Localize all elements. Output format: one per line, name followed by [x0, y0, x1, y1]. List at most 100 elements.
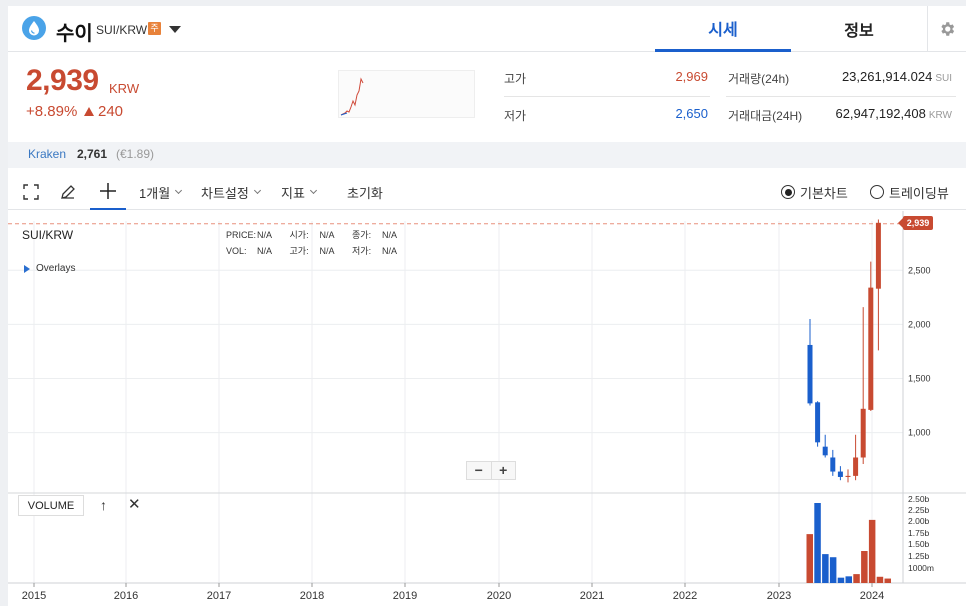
high-value: 2,969 — [675, 69, 708, 84]
change-abs: 240 — [84, 103, 123, 120]
volume-bar — [884, 578, 891, 583]
y-tick-label: 1,500 — [908, 374, 931, 384]
y-tick-label: 2,500 — [908, 265, 931, 275]
x-tick-label: 2015 — [22, 590, 46, 602]
arrow-up-icon[interactable]: ↑ — [100, 497, 107, 513]
chart-settings-dropdown[interactable]: 차트설정 — [201, 174, 261, 210]
candle-body — [822, 446, 828, 456]
coin-pair: SUI/KRW — [96, 23, 148, 37]
indicators-dropdown[interactable]: 지표 — [281, 174, 317, 210]
coin-select-dropdown-icon[interactable] — [169, 26, 181, 33]
low-label: 저가 — [504, 109, 527, 123]
chevron-down-icon — [175, 186, 183, 195]
volume-tick-label: 1000m — [908, 563, 934, 573]
low-value: 2,650 — [675, 106, 708, 121]
expand-triangle-icon — [24, 264, 30, 273]
candle-body — [837, 471, 843, 477]
tradingview-radio[interactable]: 트레이딩뷰 — [870, 174, 949, 210]
caution-badge: 주 — [148, 22, 161, 35]
coin-name: 수이 — [56, 23, 93, 45]
volume-tick-label: 1.25b — [908, 551, 930, 561]
reset-button[interactable]: 초기화 — [347, 174, 383, 210]
period-dropdown[interactable]: 1개월 — [139, 174, 183, 210]
exchange-price: 2,761 — [77, 147, 108, 161]
candlestick-chart[interactable]: 2,500 2,000 1,500 1,000 2.50b2.25b2.00b 1.75b… — [8, 211, 966, 606]
candle-body — [860, 408, 866, 458]
last-price-tag: 2,939 — [898, 216, 933, 230]
overlays-toggle[interactable]: Overlays — [24, 263, 75, 274]
tab-price[interactable]: 시세 — [655, 6, 791, 52]
x-tick-label: 2018 — [300, 590, 324, 602]
candle-body — [853, 457, 859, 476]
crosshair-icon[interactable] — [90, 174, 126, 210]
x-tick-label: 2020 — [487, 590, 511, 602]
volume-tick-label: 1.50b — [908, 539, 930, 549]
zoom-in-button[interactable]: + — [490, 462, 516, 479]
volume-label: VOLUME — [18, 495, 84, 516]
candle-body — [845, 475, 851, 477]
tab-info[interactable]: 정보 — [791, 6, 927, 52]
x-tick-label: 2017 — [207, 590, 231, 602]
volume-bar — [806, 534, 813, 583]
volume-bar — [853, 574, 860, 583]
x-tick-label: 2024 — [860, 590, 884, 602]
volume-bar — [876, 576, 884, 583]
up-arrow-icon — [84, 107, 94, 116]
radio-selected-icon — [781, 185, 795, 199]
candle-body — [830, 457, 836, 472]
x-tick-label: 2022 — [673, 590, 697, 602]
volume-tick-label: 2.50b — [908, 494, 930, 504]
price-unit: KRW — [109, 81, 140, 96]
fullscreen-icon[interactable] — [22, 174, 40, 210]
volume-bar — [868, 519, 876, 583]
volume-value: 23,261,914.024 SUI — [841, 69, 952, 84]
volume-bar — [814, 503, 821, 583]
candle-body — [868, 287, 874, 410]
change-rate: +8.89% — [26, 103, 78, 120]
high-label: 고가 — [504, 72, 527, 86]
basic-chart-radio[interactable]: 기본차트 — [781, 174, 848, 210]
x-tick-label: 2016 — [114, 590, 138, 602]
x-tick-label: 2021 — [580, 590, 604, 602]
sui-logo-icon — [22, 16, 46, 40]
chart-pair-label: SUI/KRW — [22, 228, 74, 242]
current-price: 2,939 — [26, 64, 99, 97]
zoom-out-button[interactable]: − — [467, 462, 491, 479]
trading-panel: 수이 SUI/KRW 주 시세 정보 2,939 KRW +8.89% 240 … — [8, 6, 966, 606]
x-tick-label: 2019 — [393, 590, 417, 602]
zoom-control: − + — [466, 461, 516, 480]
pencil-icon[interactable] — [59, 174, 77, 210]
divider — [504, 96, 710, 97]
volume-bar — [829, 557, 837, 583]
settings-gear-icon[interactable] — [927, 6, 966, 52]
exchange-name[interactable]: Kraken — [28, 147, 66, 161]
volume-tick-label: 1.75b — [908, 528, 930, 538]
y-tick-label: 1,000 — [908, 428, 931, 438]
x-tick-label: 2023 — [767, 590, 791, 602]
exchange-eur-price: (€1.89) — [116, 147, 155, 161]
chevron-down-icon — [309, 186, 317, 195]
volume-bar — [822, 554, 829, 583]
header: 수이 SUI/KRW 주 시세 정보 — [8, 6, 966, 52]
ohlc-legend: PRICE:N/A 시가: N/A 종가: N/A VOL: N/A 고가: N/A 저… — [226, 230, 398, 256]
y-tick-label: 2,000 — [908, 319, 931, 329]
close-icon[interactable]: ✕ — [128, 495, 141, 513]
volume-tick-label: 2.00b — [908, 516, 930, 526]
volume-bar — [861, 551, 868, 583]
turnover-label: 거래대금(24H) — [728, 109, 803, 123]
price-chart[interactable]: 2,500 2,000 1,500 1,000 2.50b 2.25b 2.00b 1.75b… — [8, 211, 966, 606]
exchange-row: Kraken 2,761 (€1.89) — [8, 142, 966, 168]
volume-label: 거래량(24h) — [728, 72, 790, 86]
candle-body — [875, 222, 881, 289]
chart-toolbar: 1개월 차트설정 지표 초기화 기본차트 트레이딩뷰 — [8, 174, 966, 210]
candle-body — [815, 402, 821, 443]
radio-unselected-icon — [870, 185, 884, 199]
mini-price-chart — [338, 70, 475, 118]
candle-body — [807, 344, 813, 404]
divider — [726, 96, 956, 97]
volume-bar — [837, 577, 845, 583]
volume-tick-label: 2.25b — [908, 505, 930, 515]
volume-bar — [845, 576, 852, 583]
turnover-value: 62,947,192,408 KRW — [835, 106, 952, 121]
chevron-down-icon — [253, 186, 261, 195]
